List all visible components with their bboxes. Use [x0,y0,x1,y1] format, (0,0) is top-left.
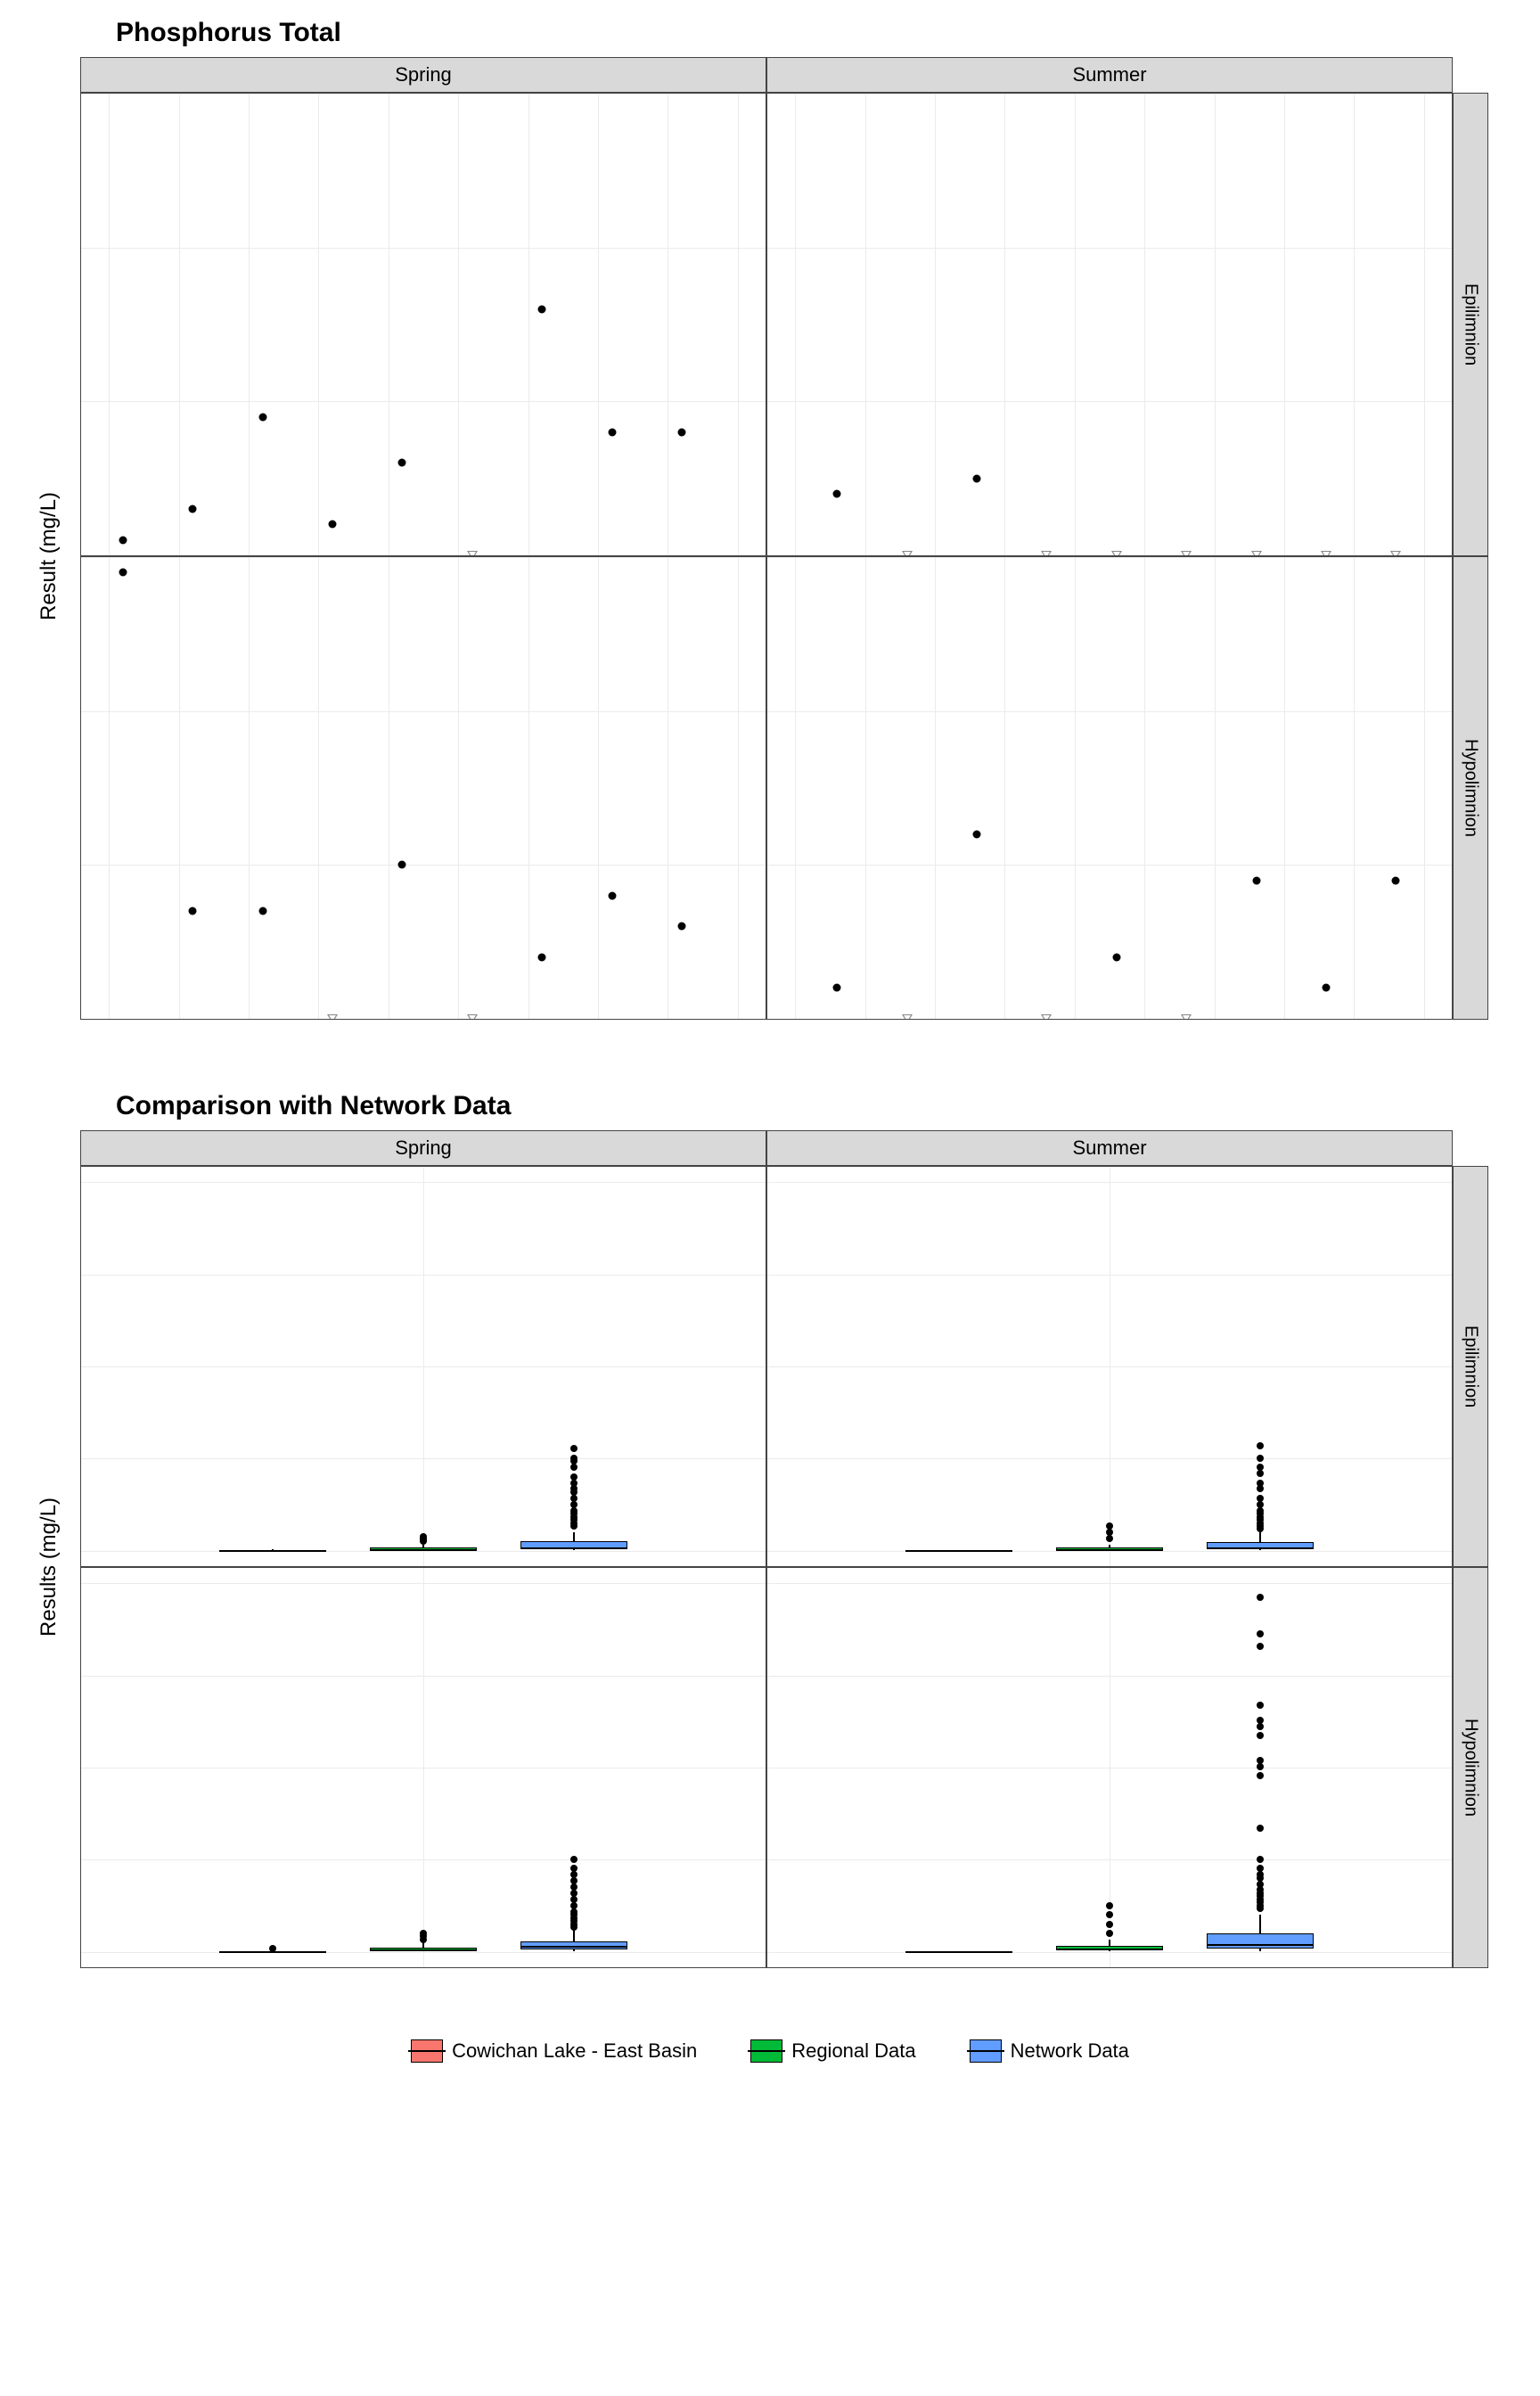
data-point [119,536,127,544]
scatter-facet-chart: Phosphorus Total Result (mg/L) Spring Su… [18,18,1522,1055]
boxplot-network-data [520,1567,627,1967]
legend-swatch-network [970,2039,1002,2063]
legend-swatch-cowichan [411,2039,443,2063]
data-point [608,428,616,436]
legend-item-cowichan: Cowichan Lake - East Basin [411,2039,697,2063]
censored-point [1181,1014,1192,1020]
boxplot-regional-data [370,1567,477,1967]
bstrip-epilimnion: Epilimnion [1453,1166,1488,1567]
boxplot-cowichan-lake-east-basin [219,1166,326,1566]
data-point [973,830,981,838]
data-point [1392,876,1400,884]
data-point [1112,953,1120,961]
boxplot-cowichan-lake-east-basin [905,1166,1012,1566]
data-point [608,891,616,899]
strip-spring: Spring [80,57,766,93]
legend-item-network: Network Data [970,2039,1129,2063]
data-point [258,413,266,421]
legend-item-regional: Regional Data [750,2039,915,2063]
data-point [833,489,841,497]
boxplot-network-data [1207,1567,1314,1967]
boxplot-ylabel: Results (mg/L) [18,1166,80,1968]
censored-point [467,1014,478,1020]
strip-hypolimnion: Hypolimnion [1453,556,1488,1020]
censored-point [327,1014,338,1020]
boxplot-regional-data [370,1166,477,1566]
bpanel-spring-epilimnion: 0.00.30.60.91.2 [80,1166,766,1567]
scatter-ylabel: Result (mg/L) [18,93,80,1020]
data-point [1252,876,1260,884]
censored-point [1041,1014,1052,1020]
scatter-title: Phosphorus Total [116,18,1522,48]
panel-summer-epilimnion [766,93,1453,556]
data-point [973,474,981,482]
data-point [329,521,337,529]
boxplot-cowichan-lake-east-basin [219,1567,326,1967]
boxplot-cowichan-lake-east-basin [905,1567,1012,1967]
legend-swatch-regional [750,2039,782,2063]
data-point [833,984,841,992]
scatter-grid: Result (mg/L) Spring Summer 0.0020.0030.… [18,57,1522,1055]
bstrip-spring: Spring [80,1130,766,1166]
data-point [189,505,197,513]
panel-spring-epilimnion: 0.0020.0030.0040.005 [80,93,766,556]
data-point [538,953,546,961]
legend-label-cowichan: Cowichan Lake - East Basin [452,2039,697,2063]
boxplot-network-data [520,1166,627,1566]
data-point [538,305,546,313]
panel-summer-hypolimnion: 2016201720182019202020212022202320242025 [766,556,1453,1020]
data-point [677,428,685,436]
bpanel-summer-hypolimnion: Phosphorus Total [766,1567,1453,1968]
legend-label-network: Network Data [1011,2039,1129,2063]
data-point [189,907,197,915]
strip-epilimnion: Epilimnion [1453,93,1488,556]
bstrip-hypolimnion: Hypolimnion [1453,1567,1488,1968]
data-point [258,907,266,915]
panel-spring-hypolimnion: 0.0020.0030.0040.00520162017201820192020… [80,556,766,1020]
data-point [1322,984,1330,992]
bpanel-summer-epilimnion [766,1166,1453,1567]
legend-label-regional: Regional Data [791,2039,915,2063]
boxplot-grid: Results (mg/L) Spring Summer 0.00.30.60.… [18,1130,1522,2004]
data-point [677,923,685,931]
legend: Cowichan Lake - East Basin Regional Data… [18,2039,1522,2063]
bstrip-summer: Summer [766,1130,1453,1166]
data-point [398,861,406,869]
data-point [398,459,406,467]
boxplot-network-data [1207,1166,1314,1566]
boxplot-title: Comparison with Network Data [116,1091,1522,1121]
bpanel-spring-hypolimnion: 0.00.30.60.91.2Phosphorus Total [80,1567,766,1968]
censored-point [902,1014,913,1020]
strip-summer: Summer [766,57,1453,93]
boxplot-regional-data [1056,1567,1163,1967]
data-point [119,569,127,577]
boxplot-facet-chart: Comparison with Network Data Results (mg… [18,1091,1522,2004]
boxplot-regional-data [1056,1166,1163,1566]
